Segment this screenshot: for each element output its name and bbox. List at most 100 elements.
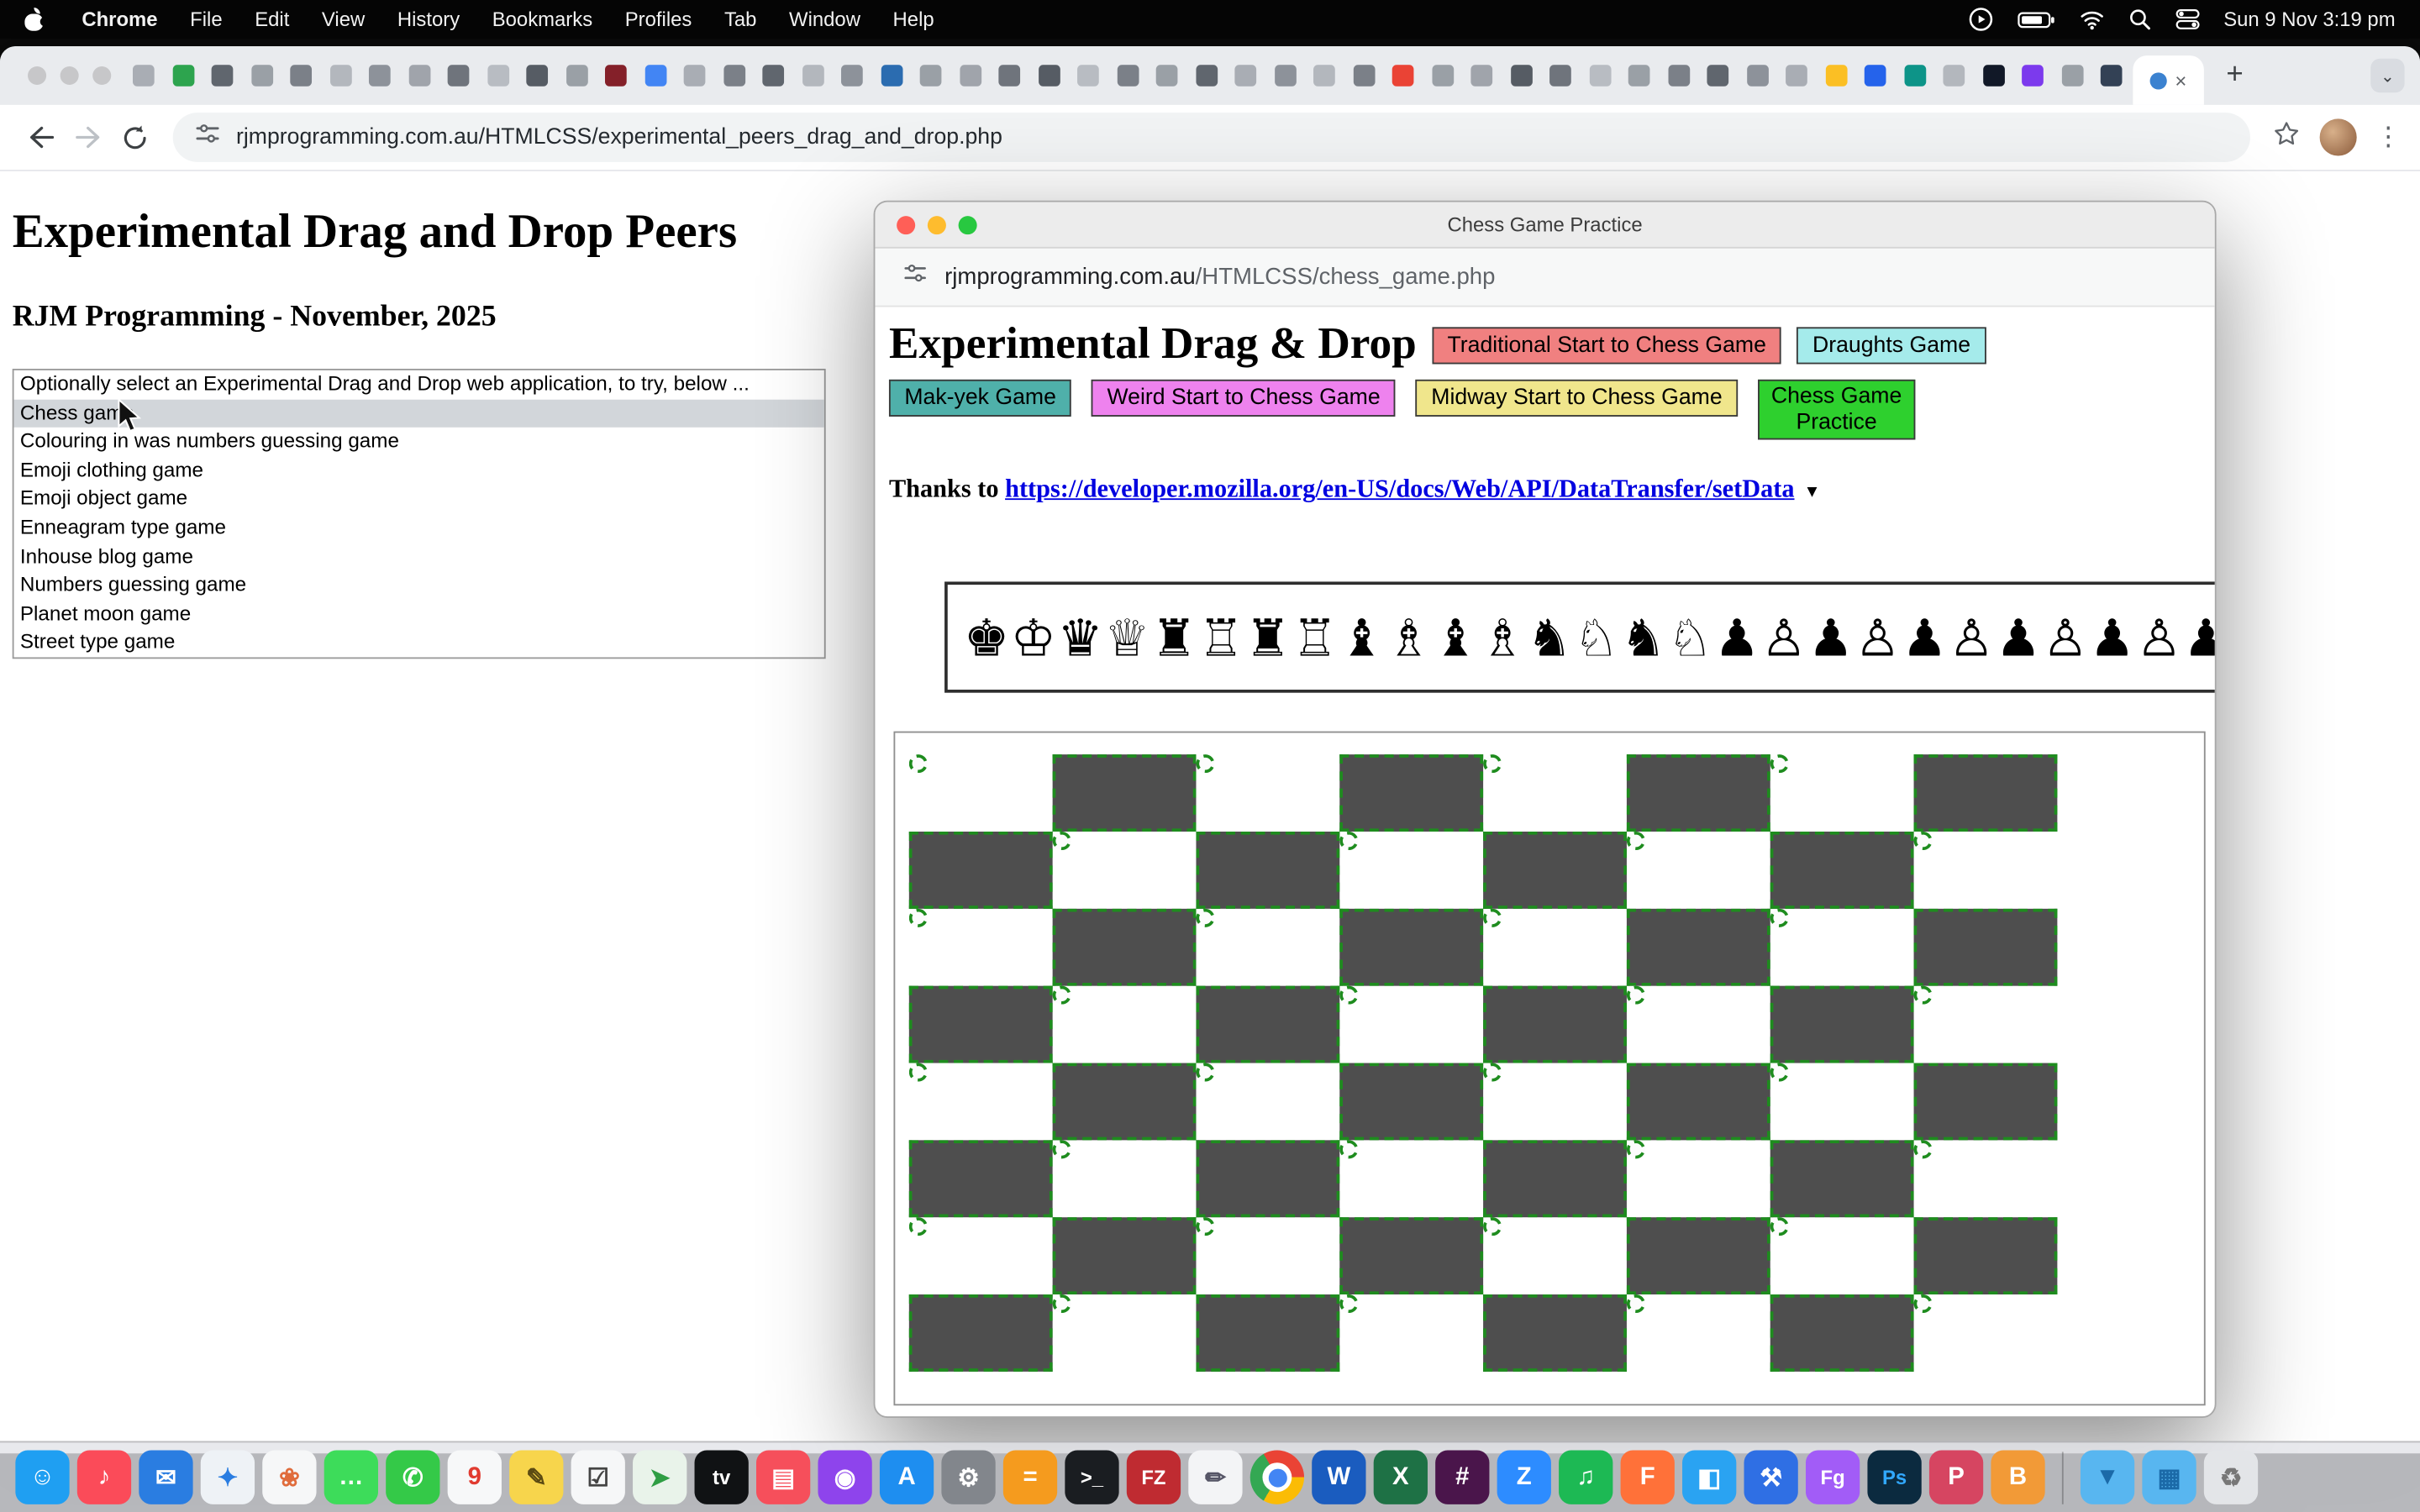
board-cell-r4c3[interactable] — [1339, 1063, 1483, 1141]
pinned-tab-favicon[interactable] — [1117, 65, 1139, 87]
board-cell-r2c2[interactable] — [1196, 909, 1214, 927]
dock-icon-chrome[interactable] — [1250, 1451, 1304, 1504]
pinned-tab-favicon[interactable] — [290, 65, 312, 87]
board-cell-r1c2[interactable] — [1196, 832, 1339, 910]
chess-piece[interactable]: ♜ — [1244, 607, 1292, 668]
minimize-window-button[interactable] — [60, 66, 79, 85]
pinned-tab-favicon[interactable] — [605, 65, 627, 87]
pinned-tab-favicon[interactable] — [1943, 65, 1965, 87]
pinned-tab-favicon[interactable] — [1707, 65, 1728, 87]
chess-piece[interactable]: ♚ — [963, 607, 1010, 668]
dock-icon-figma[interactable]: Fg — [1806, 1451, 1860, 1504]
pinned-tab-favicon[interactable] — [1353, 65, 1375, 87]
board-cell-r4c0[interactable] — [909, 1063, 928, 1082]
pinned-tab-favicon[interactable] — [487, 65, 508, 87]
dock-icon-screenshots-folder[interactable]: ▦ — [2142, 1451, 2196, 1504]
select-option-street-type-game[interactable]: Street type game — [14, 628, 824, 657]
board-cell-r4c1[interactable] — [1053, 1063, 1197, 1141]
chess-piece[interactable]: ♟ — [2089, 607, 2136, 668]
profile-avatar[interactable] — [2320, 118, 2357, 155]
board-cell-r6c1[interactable] — [1053, 1218, 1197, 1295]
board-cell-r1c7[interactable] — [1914, 832, 1933, 851]
menu-help[interactable]: Help — [893, 8, 934, 31]
pinned-tab-favicon[interactable] — [1274, 65, 1296, 87]
pinned-tab-favicon[interactable] — [1786, 65, 1807, 87]
chess-piece[interactable]: ♟ — [1995, 607, 2042, 668]
new-tab-button[interactable]: + — [2217, 59, 2254, 92]
pinned-tab-favicon[interactable] — [920, 65, 942, 87]
chess-piece[interactable]: ♖ — [1292, 607, 1339, 668]
pinned-tab-favicon[interactable] — [1549, 65, 1571, 87]
board-cell-r5c0[interactable] — [909, 1141, 1053, 1218]
chess-piece[interactable]: ♟ — [2182, 607, 2216, 668]
chess-piece[interactable]: ♜ — [1150, 607, 1197, 668]
dock-icon-zoom[interactable]: Z — [1497, 1451, 1551, 1504]
dock-icon-preview[interactable]: ✏ — [1188, 1451, 1242, 1504]
button-chess-game-practice[interactable]: Chess Game Practice — [1758, 380, 1915, 440]
pinned-tab-favicon[interactable] — [1825, 65, 1847, 87]
dock-icon-photoshop[interactable]: Ps — [1867, 1451, 1921, 1504]
select-option-enneagram-type-game[interactable]: Enneagram type game — [14, 514, 824, 543]
board-cell-r0c1[interactable] — [1053, 755, 1197, 832]
board-cell-r3c2[interactable] — [1196, 986, 1339, 1063]
pinned-tab-favicon[interactable] — [1038, 65, 1060, 87]
chess-piece[interactable]: ♟ — [1807, 607, 1854, 668]
pinned-tab-favicon[interactable] — [133, 65, 155, 87]
board-cell-r1c0[interactable] — [909, 832, 1053, 910]
chess-piece[interactable]: ♙ — [1760, 607, 1807, 668]
reload-button[interactable] — [111, 114, 157, 160]
dock-icon-xcode[interactable]: ⚒ — [1744, 1451, 1798, 1504]
zoom-window-button[interactable] — [92, 66, 111, 85]
control-center-icon[interactable] — [2174, 8, 2200, 31]
popup-address-bar[interactable]: rjmprogramming.com.au/HTMLCSS/chess_game… — [875, 249, 2214, 307]
pinned-tab-favicon[interactable] — [329, 65, 351, 87]
chess-piece[interactable]: ♞ — [1620, 607, 1667, 668]
button-mak-yek-game[interactable]: Mak-yek Game — [889, 380, 1071, 417]
pinned-tab-favicon[interactable] — [1628, 65, 1650, 87]
menu-edit[interactable]: Edit — [255, 8, 289, 31]
dock-icon-slack[interactable]: # — [1435, 1451, 1489, 1504]
battery-icon[interactable] — [2017, 8, 2055, 30]
dock-icon-facetime[interactable]: ✆ — [386, 1451, 439, 1504]
apple-menu-icon[interactable] — [24, 7, 46, 31]
board-cell-r4c5[interactable] — [1627, 1063, 1770, 1141]
select-option-inhouse-blog-game[interactable]: Inhouse blog game — [14, 543, 824, 571]
board-cell-r2c7[interactable] — [1914, 909, 2058, 986]
board-cell-r2c0[interactable] — [909, 909, 928, 927]
popup-site-settings-icon[interactable] — [902, 260, 927, 293]
site-settings-icon[interactable] — [194, 120, 220, 154]
pinned-tab-favicon[interactable] — [172, 65, 194, 87]
pinned-tab-favicon[interactable] — [1470, 65, 1492, 87]
board-cell-r1c6[interactable] — [1770, 832, 1914, 910]
board-cell-r7c1[interactable] — [1053, 1295, 1071, 1314]
pinned-tab-favicon[interactable] — [1077, 65, 1099, 87]
board-cell-r4c6[interactable] — [1770, 1063, 1789, 1082]
chess-piece[interactable]: ♙ — [2042, 607, 2089, 668]
pinned-tab-favicon[interactable] — [644, 65, 666, 87]
button-midway-start-to-chess-game[interactable]: Midway Start to Chess Game — [1416, 380, 1738, 417]
pinned-tab-favicon[interactable] — [1196, 65, 1218, 87]
board-cell-r1c3[interactable] — [1339, 832, 1358, 851]
pinned-tab-favicon[interactable] — [1668, 65, 1690, 87]
dropdown-arrow-icon[interactable]: ▼ — [1804, 484, 1821, 502]
pinned-tab-favicon[interactable] — [369, 65, 391, 87]
pinned-tab-favicon[interactable] — [408, 65, 430, 87]
select-option-planet-moon-game[interactable]: Planet moon game — [14, 600, 824, 628]
pinned-tab-favicon[interactable] — [881, 65, 902, 87]
dock-icon-books[interactable]: B — [1991, 1451, 2044, 1504]
board-cell-r3c1[interactable] — [1053, 986, 1071, 1005]
spotlight-search-icon[interactable] — [2128, 8, 2151, 31]
board-cell-r6c3[interactable] — [1339, 1218, 1483, 1295]
select-option-emoji-object-game[interactable]: Emoji object game — [14, 485, 824, 513]
pinned-tab-favicon[interactable] — [723, 65, 745, 87]
pinned-tab-favicon[interactable] — [684, 65, 706, 87]
wifi-icon[interactable] — [2079, 8, 2105, 30]
chess-piece[interactable]: ♗ — [1479, 607, 1526, 668]
board-cell-r4c4[interactable] — [1483, 1063, 1502, 1082]
chess-piece[interactable]: ♙ — [1948, 607, 1995, 668]
dock-icon-safari[interactable]: ✦ — [201, 1451, 255, 1504]
chess-piece[interactable]: ♞ — [1526, 607, 1573, 668]
chess-piece[interactable]: ♟ — [1713, 607, 1760, 668]
menu-tab[interactable]: Tab — [724, 8, 757, 31]
close-window-button[interactable] — [28, 66, 46, 85]
